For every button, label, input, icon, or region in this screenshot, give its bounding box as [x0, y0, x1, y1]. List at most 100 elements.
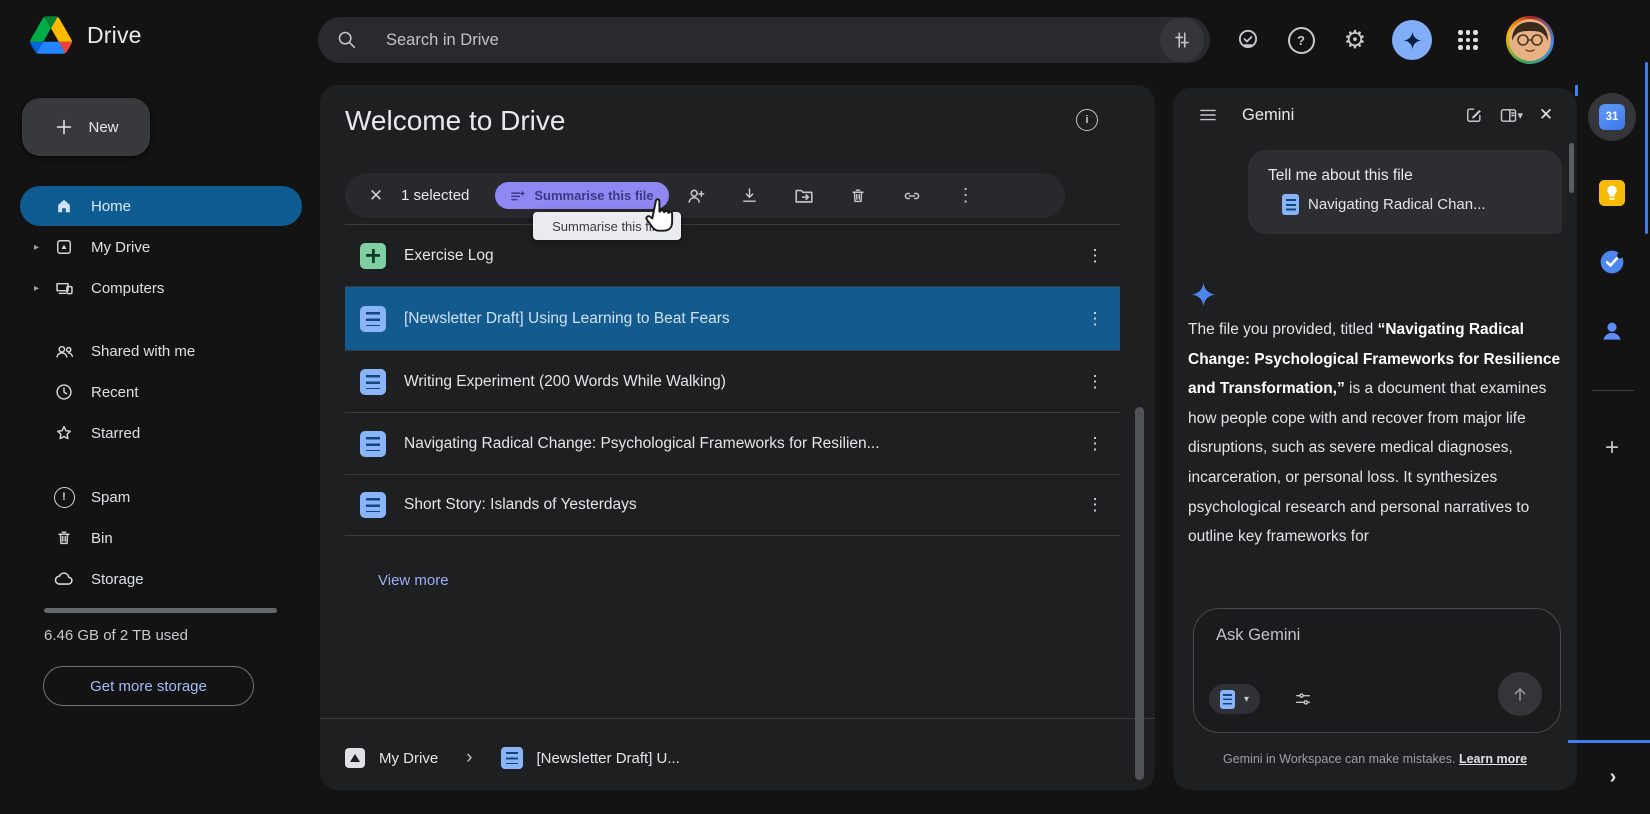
sidebar-item-recent[interactable]: Recent — [20, 372, 302, 412]
docs-icon — [500, 747, 523, 769]
file-row-exercise-log[interactable]: Exercise Log ⋮ — [345, 224, 1120, 286]
folder-move-icon — [795, 189, 813, 203]
gemini-header: Gemini ▾ ✕ — [1173, 88, 1577, 130]
docs-icon — [1220, 689, 1235, 709]
gemini-title: Gemini — [1242, 105, 1295, 124]
docs-icon — [360, 305, 386, 332]
drive-triangle-icon — [30, 16, 72, 54]
tasks-app-button[interactable] — [1588, 238, 1636, 286]
add-app-button[interactable]: + — [1588, 424, 1636, 472]
gemini-sparkle-icon — [1190, 281, 1217, 308]
copy-link-button[interactable] — [885, 185, 939, 207]
breadcrumb-current-file[interactable]: [Newsletter Draft] U... — [537, 750, 680, 767]
more-actions-button[interactable]: ⋮ — [939, 185, 993, 206]
link-icon — [904, 192, 919, 199]
keep-icon — [1599, 180, 1625, 206]
new-chat-button[interactable] — [1457, 100, 1491, 130]
gemini-button[interactable] — [1392, 20, 1432, 60]
settings-button[interactable]: ⚙ — [1335, 20, 1375, 60]
my-drive-icon — [53, 237, 75, 257]
gemini-response: The file you provided, titled “Navigatin… — [1188, 321, 1561, 546]
clear-selection-button[interactable]: ✕ — [359, 186, 393, 206]
computers-icon — [53, 278, 75, 299]
sidebar-item-storage[interactable]: Storage — [20, 559, 302, 599]
tune-icon — [1175, 32, 1189, 48]
storage-progress-bar — [44, 608, 277, 613]
hamburger-icon — [1200, 109, 1216, 121]
view-more-link[interactable]: View more — [378, 572, 449, 589]
ask-gemini-box[interactable]: ▾ — [1193, 608, 1561, 733]
contacts-app-button[interactable] — [1588, 307, 1636, 355]
user-prompt-text: Tell me about this file — [1268, 167, 1413, 184]
prompt-options-button[interactable] — [1293, 689, 1313, 709]
apps-grid-icon — [1458, 30, 1478, 50]
account-avatar[interactable] — [1506, 16, 1554, 64]
chevron-right-icon: › — [466, 747, 473, 768]
summarise-icon — [511, 189, 526, 200]
row-more-button[interactable]: ⋮ — [1070, 434, 1120, 454]
sidebar-item-computers[interactable]: ▸ Computers — [20, 268, 302, 308]
storage-summary: 6.46 GB of 2 TB used — [44, 627, 188, 644]
file-row-newsletter-draft-selected[interactable]: [Newsletter Draft] Using Learning to Bea… — [345, 286, 1120, 350]
panel-dropdown-caret-icon[interactable]: ▾ — [1517, 109, 1523, 122]
keep-app-button[interactable] — [1588, 169, 1636, 217]
row-more-button[interactable]: ⋮ — [1070, 246, 1120, 266]
help-button[interactable]: ? — [1281, 20, 1321, 60]
search-options-button[interactable] — [1160, 18, 1204, 62]
hand-cursor-icon — [642, 195, 678, 235]
search-input[interactable] — [384, 29, 1160, 51]
gemini-scrollbar[interactable] — [1569, 143, 1574, 193]
plus-icon — [57, 119, 72, 135]
main-content-card: Welcome to Drive i ✕ 1 selected Summaris… — [320, 85, 1155, 790]
trash-icon — [851, 188, 864, 202]
blue-accent-line-horizontal — [1568, 740, 1650, 743]
close-panel-button[interactable]: ✕ — [1529, 100, 1563, 130]
ask-gemini-input[interactable] — [1214, 625, 1518, 646]
row-more-button[interactable]: ⋮ — [1070, 495, 1120, 515]
gemini-menu-button[interactable] — [1196, 100, 1220, 130]
move-to-folder-button[interactable] — [777, 185, 831, 207]
context-file-chip[interactable]: ▾ — [1209, 684, 1261, 714]
prompt-file-chip: Navigating Radical Chan... — [1268, 194, 1544, 215]
get-more-storage-button[interactable]: Get more storage — [43, 666, 254, 706]
user-prompt-bubble: Tell me about this file Navigating Radic… — [1248, 150, 1562, 234]
row-more-button[interactable]: ⋮ — [1070, 372, 1120, 392]
blue-accent-line-vertical — [1645, 62, 1648, 234]
delete-button[interactable] — [831, 186, 885, 206]
info-button[interactable]: i — [1076, 109, 1098, 131]
sidebar-item-starred[interactable]: Starred — [20, 413, 302, 453]
trash-icon — [53, 528, 75, 548]
row-more-button[interactable]: ⋮ — [1070, 309, 1120, 329]
collapse-rail-button[interactable]: › — [1596, 762, 1630, 792]
sidebar-item-my-drive[interactable]: ▸ My Drive — [20, 227, 302, 267]
docs-icon — [1282, 194, 1299, 215]
learn-more-link[interactable]: Learn more — [1459, 752, 1527, 766]
send-button[interactable] — [1498, 672, 1542, 716]
tune-sliders-icon — [1296, 693, 1310, 705]
sidebar-item-home[interactable]: Home — [20, 186, 302, 226]
sidebar-nav: Home ▸ My Drive ▸ Computers Shared with … — [20, 186, 302, 600]
breadcrumb-root[interactable]: My Drive — [379, 750, 438, 767]
file-row-short-story[interactable]: Short Story: Islands of Yesterdays ⋮ — [345, 474, 1120, 536]
cloud-icon — [53, 568, 75, 590]
search-bar[interactable] — [318, 17, 1210, 63]
expand-caret-icon[interactable]: ▸ — [34, 283, 50, 294]
sheets-icon — [360, 242, 386, 269]
docs-icon — [360, 492, 386, 518]
new-button[interactable]: New — [22, 98, 150, 156]
sidebar-item-spam[interactable]: ! Spam — [20, 477, 302, 517]
sidebar-item-label: Shared with me — [91, 342, 196, 360]
apps-grid-button[interactable] — [1448, 20, 1488, 60]
download-button[interactable] — [723, 185, 777, 206]
calendar-app-button[interactable]: 31 — [1588, 93, 1636, 141]
sidebar-item-shared-with-me[interactable]: Shared with me — [20, 331, 302, 371]
offline-status-button[interactable] — [1228, 20, 1268, 60]
expand-caret-icon[interactable]: ▸ — [34, 242, 50, 253]
main-scrollbar[interactable] — [1135, 407, 1144, 780]
app-title: Drive — [87, 21, 142, 48]
file-row-writing-experiment[interactable]: Writing Experiment (200 Words While Walk… — [345, 350, 1120, 412]
file-row-navigating-radical-change[interactable]: Navigating Radical Change: Psychological… — [345, 412, 1120, 474]
footer-divider — [320, 718, 1155, 719]
sidebar-item-bin[interactable]: Bin — [20, 518, 302, 558]
docs-icon — [360, 368, 386, 395]
